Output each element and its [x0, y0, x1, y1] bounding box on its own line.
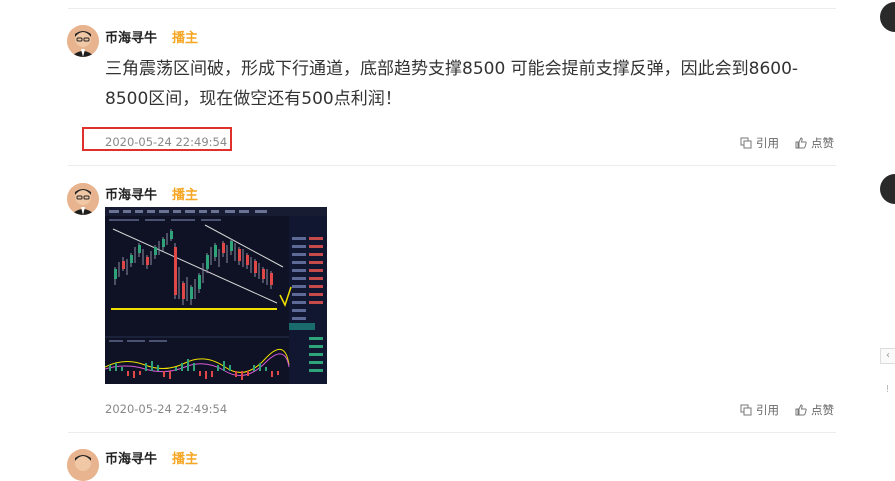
- author-name[interactable]: 币海寻牛: [105, 27, 157, 46]
- like-label: 点赞: [811, 136, 834, 150]
- like-label: 点赞: [811, 403, 834, 417]
- author-role-badge: 播主: [172, 31, 199, 46]
- quote-button[interactable]: 引用: [740, 402, 779, 418]
- avatar[interactable]: [880, 2, 895, 32]
- avatar[interactable]: [67, 183, 99, 215]
- quote-label: 引用: [756, 403, 779, 417]
- like-button[interactable]: 点赞: [795, 135, 834, 151]
- avatar[interactable]: [880, 174, 895, 204]
- like-button[interactable]: 点赞: [795, 402, 834, 418]
- author-name[interactable]: 币海寻牛: [105, 448, 157, 467]
- post-timestamp: 2020-05-24 22:49:54: [105, 402, 228, 416]
- candlestick-chart: [105, 207, 327, 384]
- quote-icon: [740, 404, 752, 416]
- divider: [68, 432, 836, 433]
- chart-image[interactable]: [105, 207, 327, 384]
- author-role-badge: 播主: [172, 188, 199, 203]
- author-role-badge: 播主: [172, 452, 199, 467]
- quote-icon: [740, 137, 752, 149]
- quote-label: 引用: [756, 136, 779, 150]
- post-text-line: 8500区间，现在做空还有500点利润！: [105, 89, 402, 109]
- divider: [68, 8, 836, 9]
- feed: 币海寻牛 播主 三角震荡区间破，形成下行通道，底部趋势支撑8500 可能会提前支…: [0, 0, 850, 481]
- avatar[interactable]: [67, 449, 99, 481]
- scroll-indicator-icon[interactable]: !: [880, 383, 895, 399]
- post-text: 三角震荡区间破，形成下行通道，底部趋势支撑8500 可能会提前支撑反弹，因此会到…: [105, 54, 835, 114]
- thumbs-up-icon: [795, 404, 807, 416]
- post-text-line: 三角震荡区间破，形成下行通道，底部趋势支撑8500 可能会提前支撑反弹，因此会到…: [105, 59, 799, 79]
- avatar[interactable]: [67, 25, 99, 57]
- divider: [68, 165, 836, 166]
- author-name[interactable]: 币海寻牛: [105, 184, 157, 203]
- quote-button[interactable]: 引用: [740, 135, 779, 151]
- scroll-left-icon[interactable]: ‹: [880, 348, 895, 364]
- thumbs-up-icon: [795, 137, 807, 149]
- post-timestamp: 2020-05-24 22:49:54: [105, 135, 228, 149]
